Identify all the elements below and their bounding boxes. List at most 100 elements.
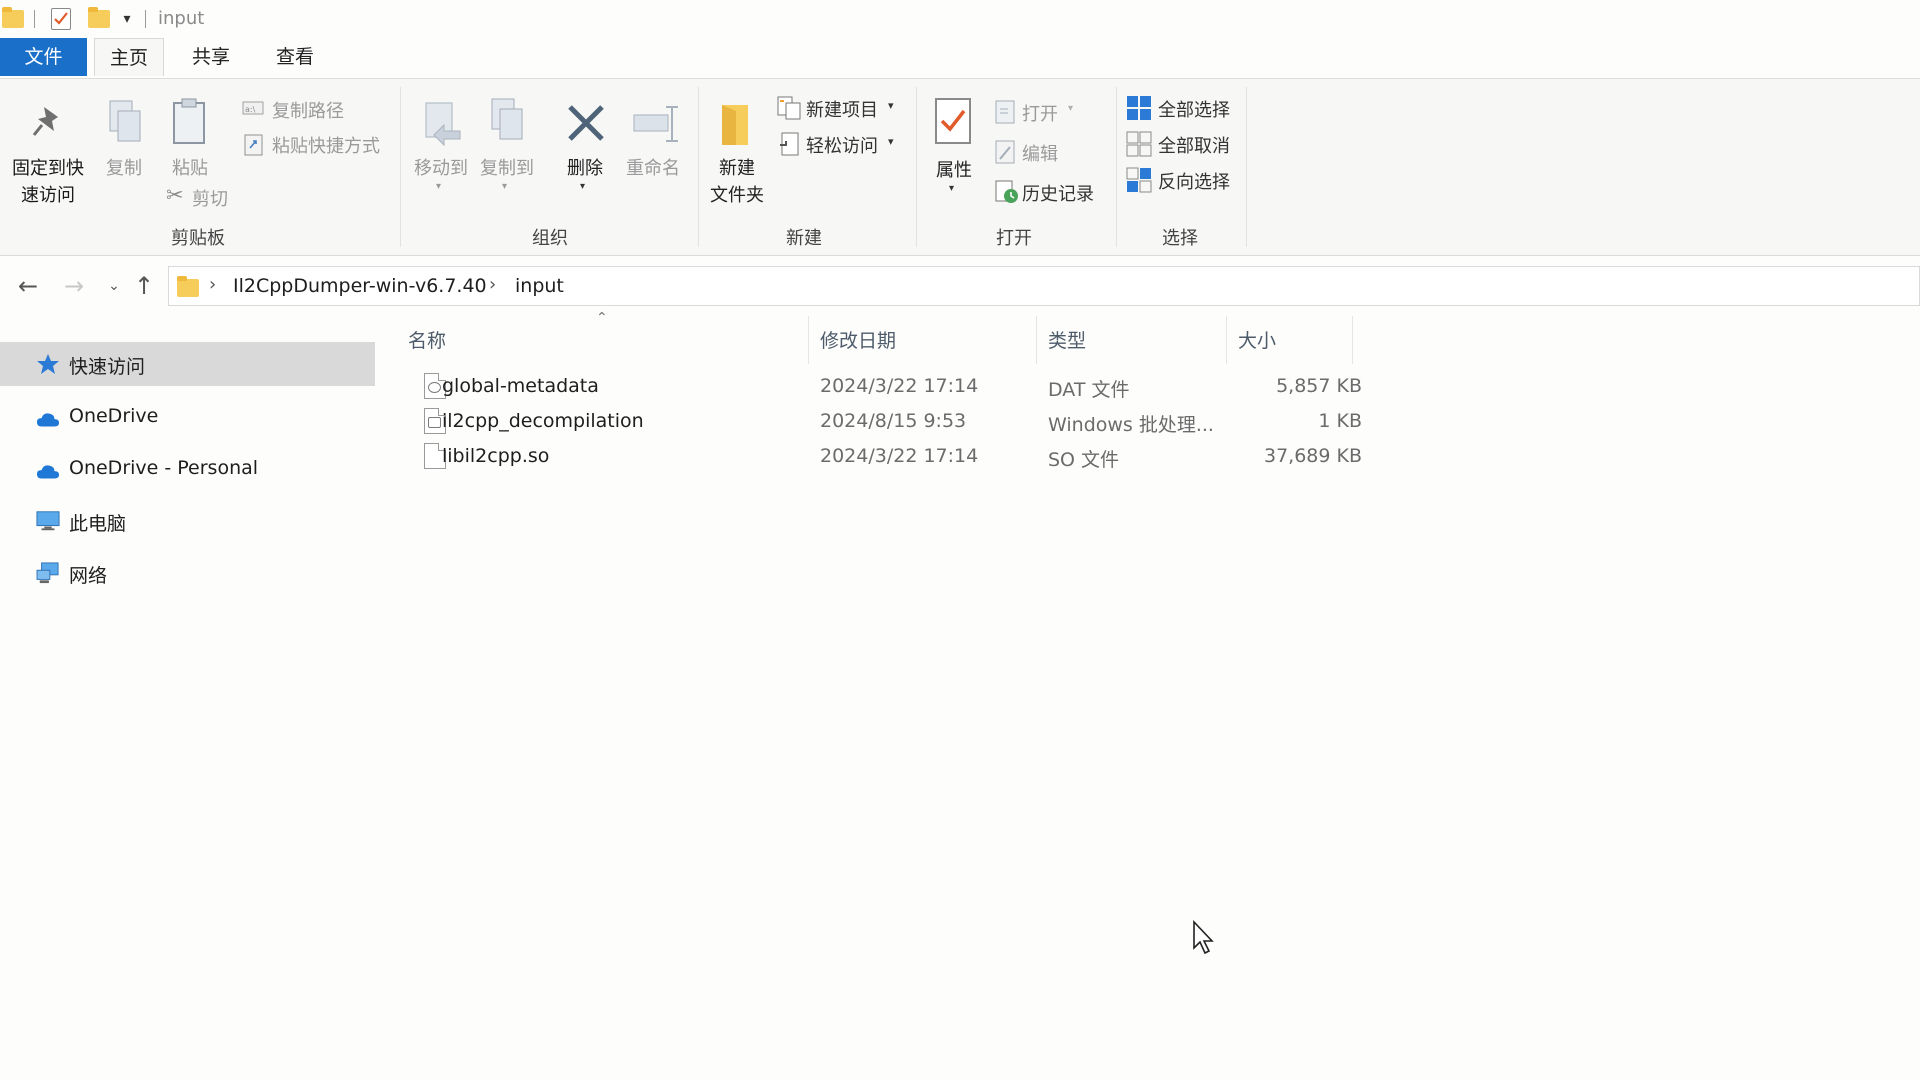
paste-shortcut-label: 粘贴快捷方式	[272, 136, 380, 157]
easy-access-icon	[780, 132, 799, 156]
group-divider	[1116, 87, 1117, 247]
delete-x-icon	[568, 105, 604, 141]
open-group-label: 打开	[996, 228, 1032, 249]
column-divider[interactable]	[1226, 316, 1227, 364]
table-row[interactable]: il2cpp_decompilation 2024/8/15 9:53 Wind…	[410, 405, 1740, 439]
ribbon: 固定到快 速访问 复制 粘贴 a:\ 复制路径 粘贴快捷方式 ✂ 剪切 剪贴板 …	[0, 78, 1920, 256]
group-divider	[916, 87, 917, 247]
pin-icon	[32, 107, 58, 136]
tab-home[interactable]: 主页	[94, 38, 164, 76]
window-title: input	[158, 8, 205, 29]
properties-label: 属性	[936, 160, 972, 181]
table-row[interactable]: global-metadata 2024/3/22 17:14 DAT 文件 5…	[410, 370, 1740, 404]
organize-group-label: 组织	[532, 228, 568, 249]
copy-button[interactable]: 复制	[98, 93, 150, 183]
properties-quick-access-icon[interactable]	[51, 8, 71, 30]
group-divider	[698, 87, 699, 247]
address-bar[interactable]: › Il2CppDumper-win-v6.7.40 › input	[168, 266, 1920, 306]
select-all-label: 全部选择	[1158, 100, 1230, 121]
column-divider[interactable]	[808, 316, 809, 364]
column-header-modified[interactable]: 修改日期	[820, 326, 896, 353]
paste-button[interactable]: 粘贴	[164, 93, 216, 183]
sidebar-item-onedrive-personal[interactable]: OneDrive - Personal	[0, 447, 375, 491]
column-divider[interactable]	[1352, 316, 1353, 364]
file-size: 1 KB	[1318, 410, 1362, 432]
back-arrow-icon[interactable]: ←	[14, 272, 42, 300]
cloud-icon	[36, 413, 60, 427]
pin-label-line2: 速访问	[21, 185, 75, 206]
column-header-size[interactable]: 大小	[1238, 326, 1276, 353]
copy-path-label: 复制路径	[272, 101, 344, 122]
sidebar-item-label: OneDrive	[69, 405, 159, 427]
divider	[34, 10, 35, 28]
move-to-icon	[425, 102, 461, 147]
cloud-icon	[36, 465, 60, 479]
invert-selection-button[interactable]: 反向选择	[1124, 165, 1254, 195]
pin-to-quick-access-button[interactable]: 固定到快 速访问	[6, 93, 90, 213]
cut-button[interactable]: ✂ 剪切	[166, 183, 246, 211]
rename-button[interactable]: 重命名	[618, 93, 688, 203]
star-icon	[37, 354, 59, 374]
open-icon	[995, 100, 1015, 124]
edit-icon	[995, 140, 1015, 164]
table-row[interactable]: libil2cpp.so 2024/3/22 17:14 SO 文件 37,68…	[410, 440, 1740, 474]
breadcrumb-chevron-icon[interactable]: ›	[489, 274, 496, 295]
breadcrumb-chevron-icon[interactable]: ›	[209, 274, 216, 295]
invert-selection-icon	[1126, 167, 1152, 193]
new-item-button[interactable]: 新建项目 ▾	[774, 93, 904, 123]
sidebar-item-network[interactable]: 网络	[0, 551, 375, 595]
chevron-down-icon: ▾	[580, 181, 586, 192]
copy-label: 复制	[106, 158, 142, 179]
file-list: ⌃ 名称 修改日期 类型 大小 global-metadata 2024/3/2…	[380, 306, 1920, 1080]
customize-quick-access-chevron-icon[interactable]: ▾	[118, 8, 136, 30]
tab-view[interactable]: 查看	[262, 38, 328, 76]
delete-label: 删除	[567, 158, 603, 179]
up-arrow-icon[interactable]: ↑	[130, 272, 158, 300]
breadcrumb-item[interactable]: Il2CppDumper-win-v6.7.40	[233, 275, 487, 297]
select-all-button[interactable]: 全部选择	[1124, 93, 1254, 123]
group-divider	[400, 87, 401, 247]
new-folder-button[interactable]: 新建 文件夹	[702, 93, 772, 213]
column-divider[interactable]	[1036, 316, 1037, 364]
copy-path-button[interactable]: a:\ 复制路径	[240, 95, 390, 123]
file-modified: 2024/8/15 9:53	[820, 410, 967, 432]
column-header-type[interactable]: 类型	[1048, 326, 1086, 353]
select-none-button[interactable]: 全部取消	[1124, 129, 1254, 159]
edit-button[interactable]: 编辑	[992, 137, 1092, 167]
sidebar-item-onedrive[interactable]: OneDrive	[0, 395, 375, 439]
chevron-down-icon: ▾	[888, 99, 894, 112]
network-icon	[36, 562, 59, 584]
divider	[145, 10, 146, 28]
navigation-pane: 快速访问 OneDrive OneDrive - Personal 此电脑 网络	[0, 306, 380, 1080]
sidebar-item-label: 网络	[69, 565, 108, 587]
select-group-label: 选择	[1162, 228, 1198, 249]
invert-selection-label: 反向选择	[1158, 172, 1230, 193]
paste-shortcut-button[interactable]: 粘贴快捷方式	[240, 130, 400, 158]
file-type: DAT 文件	[1048, 379, 1130, 401]
tab-file[interactable]: 文件	[0, 38, 87, 76]
forward-arrow-icon[interactable]: →	[60, 272, 88, 300]
tab-share[interactable]: 共享	[178, 38, 244, 76]
new-folder-quick-access-icon[interactable]	[88, 7, 110, 28]
delete-button[interactable]: 删除 ▾	[552, 93, 618, 203]
copy-to-button[interactable]: 复制到 ▾	[474, 93, 540, 203]
chevron-down-icon: ▾	[436, 181, 442, 192]
breadcrumb-item[interactable]: input	[515, 275, 564, 297]
properties-button[interactable]: 属性 ▾	[924, 93, 984, 213]
sidebar-item-this-pc[interactable]: 此电脑	[0, 499, 375, 543]
recent-locations-chevron-icon[interactable]: ⌄	[100, 272, 128, 300]
new-folder-label-line2: 文件夹	[710, 185, 764, 206]
move-to-button[interactable]: 移动到 ▾	[408, 93, 474, 203]
easy-access-button[interactable]: 轻松访问 ▾	[774, 129, 904, 159]
open-button[interactable]: 打开 ▾	[992, 97, 1092, 127]
mouse-pointer-icon	[1193, 920, 1214, 955]
file-size: 37,689 KB	[1263, 445, 1362, 467]
column-header-name[interactable]: 名称	[408, 326, 446, 353]
ribbon-tab-bar: 文件 主页 共享 查看	[0, 38, 1920, 78]
sidebar-item-quick-access[interactable]: 快速访问	[0, 342, 375, 386]
file-modified: 2024/3/22 17:14	[820, 445, 979, 467]
cut-label: 剪切	[192, 189, 228, 210]
new-folder-icon	[722, 105, 748, 145]
history-button[interactable]: 历史记录	[992, 177, 1112, 207]
file-type: Windows 批处理...	[1048, 414, 1214, 436]
